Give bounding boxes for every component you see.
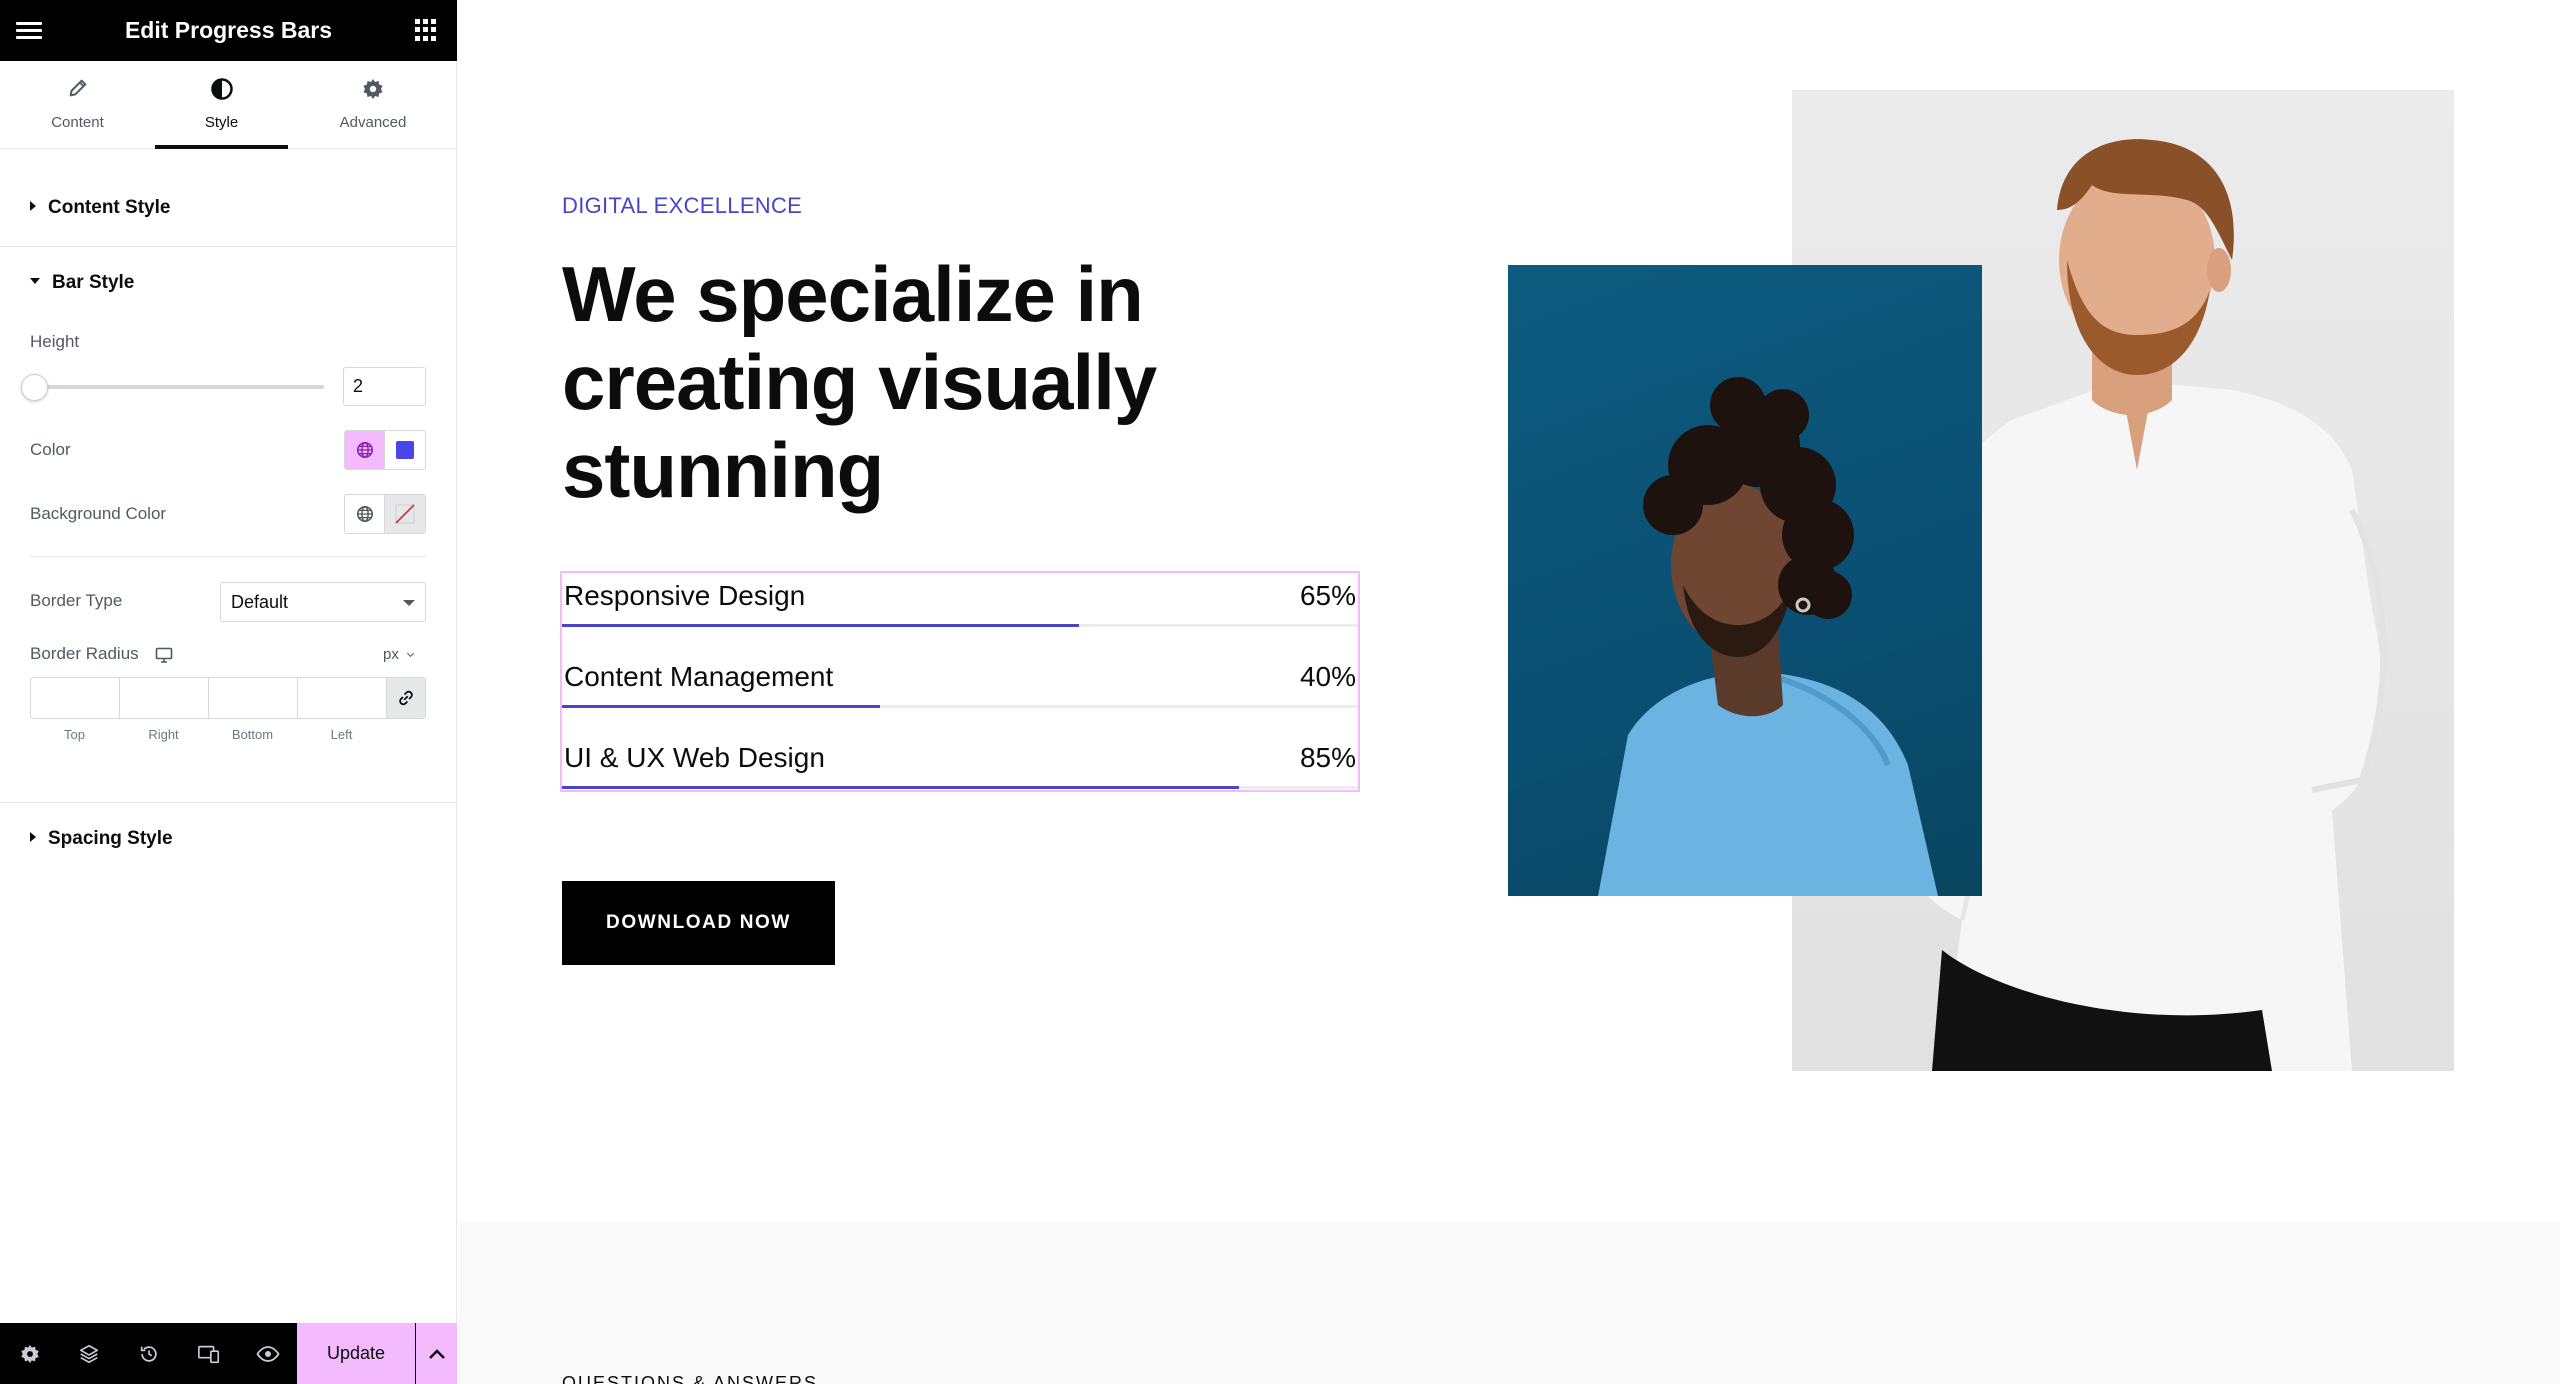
divider — [0, 246, 457, 247]
color-swatch-fill — [396, 441, 414, 459]
faq-section-background — [458, 1222, 2560, 1384]
unit-selector[interactable]: px — [383, 646, 415, 663]
section-kicker[interactable]: DIGITAL EXCELLENCE — [562, 193, 802, 219]
section-bar-style-label: Bar Style — [52, 272, 135, 293]
faq-section-label: QUESTIONS & ANSWERS — [562, 1373, 819, 1384]
border-radius-dimensions — [30, 677, 426, 719]
tab-content-label: Content — [51, 114, 104, 131]
tab-advanced-label: Advanced — [339, 114, 407, 131]
contrast-icon — [155, 77, 288, 103]
background-color-label: Background Color — [30, 504, 167, 523]
progress-bar-track — [562, 786, 1358, 789]
progress-bar-name: Content Management — [564, 661, 834, 692]
progress-bar-percent: 40% — [1299, 661, 1356, 692]
border-radius-label: Border Radius — [30, 644, 173, 664]
dimension-label-top: Top — [64, 727, 85, 742]
desktop-icon[interactable] — [155, 647, 173, 663]
global-color-globe-icon[interactable] — [345, 495, 385, 533]
border-type-label: Border Type — [30, 591, 123, 610]
height-slider-thumb[interactable] — [21, 374, 48, 401]
progress-bars-widget[interactable]: Responsive Design 65% Content Management… — [560, 571, 1360, 792]
progress-bar-item[interactable]: UI & UX Web Design 85% — [562, 735, 1358, 815]
section-spacing-style-label: Spacing Style — [48, 828, 173, 849]
progress-bar-track — [562, 624, 1358, 627]
layers-icon[interactable] — [76, 1341, 102, 1367]
panel-title: Edit Progress Bars — [124, 17, 333, 43]
panel-header: Edit Progress Bars — [0, 0, 457, 61]
radius-bottom-input[interactable] — [209, 678, 298, 718]
radius-right-input[interactable] — [120, 678, 209, 718]
progress-bar-name: UI & UX Web Design — [564, 742, 825, 773]
color-swatch[interactable] — [385, 431, 425, 469]
progress-bar-percent: 65% — [1299, 580, 1356, 611]
border-type-select[interactable]: Default — [220, 582, 426, 622]
chevron-down-icon — [406, 649, 415, 658]
caret-down-icon — [30, 277, 40, 284]
progress-bar-fill — [562, 786, 1239, 789]
update-button[interactable]: Update — [297, 1323, 415, 1384]
chevron-up-icon[interactable] — [416, 1323, 457, 1384]
progress-bar-item[interactable]: Content Management 40% — [562, 654, 1358, 734]
progress-bar-percent: 85% — [1299, 742, 1356, 773]
radius-left-input[interactable] — [298, 678, 387, 718]
progress-bar-fill — [562, 624, 1080, 627]
empty-color-swatch[interactable] — [385, 495, 425, 533]
panel-footer: Update — [0, 1323, 457, 1384]
gear-icon — [298, 77, 448, 103]
man-blue-background-photo — [1508, 265, 1982, 896]
editor-panel: Edit Progress Bars Content Style Advance… — [0, 0, 457, 1384]
color-label: Color — [30, 440, 71, 459]
page-canvas: DIGITAL EXCELLENCE We specialize in crea… — [458, 0, 2560, 1384]
responsive-mode-icon[interactable] — [196, 1341, 222, 1367]
height-input[interactable] — [343, 367, 426, 406]
global-color-globe-icon[interactable] — [345, 431, 385, 469]
section-content-style-label: Content Style — [48, 197, 171, 218]
tab-style-label: Style — [204, 114, 239, 131]
border-radius-label-text: Border Radius — [30, 644, 139, 663]
tab-content[interactable]: Content — [0, 61, 155, 149]
preview-eye-icon[interactable] — [255, 1341, 281, 1367]
download-now-button[interactable]: DOWNLOAD NOW — [562, 881, 835, 965]
progress-bar-name: Responsive Design — [564, 580, 806, 611]
panel-tabs: Content Style Advanced — [0, 61, 457, 149]
section-spacing-style[interactable]: Spacing Style — [30, 828, 173, 850]
widgets-grid-icon[interactable] — [415, 19, 437, 41]
section-content-style[interactable]: Content Style — [30, 197, 170, 219]
editor-window: Edit Progress Bars Content Style Advance… — [0, 0, 2560, 1384]
border-type-value: Default — [231, 592, 289, 612]
section-headline[interactable]: We specialize in creating visually stunn… — [562, 250, 1202, 514]
divider — [30, 556, 426, 557]
pencil-icon — [0, 77, 155, 103]
tab-style[interactable]: Style — [155, 61, 288, 149]
link-values-icon[interactable] — [387, 678, 425, 718]
dimension-label-left: Left — [330, 727, 353, 742]
color-control[interactable] — [344, 430, 426, 470]
divider — [0, 802, 457, 803]
unit-value: px — [383, 646, 399, 663]
dimension-label-bottom: Bottom — [231, 727, 274, 742]
progress-bar-track — [562, 705, 1358, 708]
chevron-down-icon — [403, 600, 415, 606]
height-label: Height — [30, 332, 80, 351]
tab-advanced[interactable]: Advanced — [298, 61, 448, 149]
height-slider-track[interactable] — [36, 385, 324, 389]
settings-gear-icon[interactable] — [17, 1341, 43, 1367]
background-color-control[interactable] — [344, 494, 426, 534]
caret-right-icon — [30, 831, 36, 842]
dimension-label-right: Right — [148, 727, 179, 742]
progress-bar-fill — [562, 705, 881, 708]
history-icon[interactable] — [136, 1341, 162, 1367]
progress-bar-item[interactable]: Responsive Design 65% — [562, 573, 1358, 653]
no-color-slash-icon — [395, 504, 415, 524]
section-bar-style[interactable]: Bar Style — [30, 272, 134, 294]
caret-right-icon — [30, 200, 36, 211]
radius-top-input[interactable] — [31, 678, 120, 718]
